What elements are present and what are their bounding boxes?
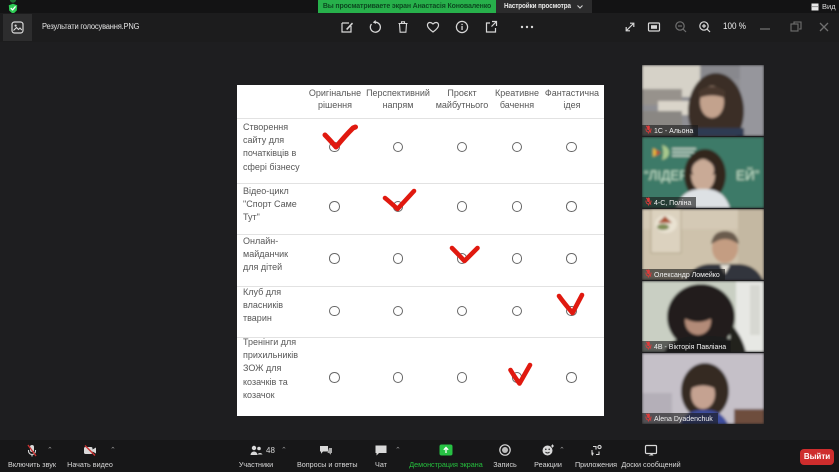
svg-text:ЕЙ”: ЕЙ”: [736, 168, 759, 183]
svg-text:“ЛІДЕР: “ЛІДЕР: [644, 168, 688, 183]
